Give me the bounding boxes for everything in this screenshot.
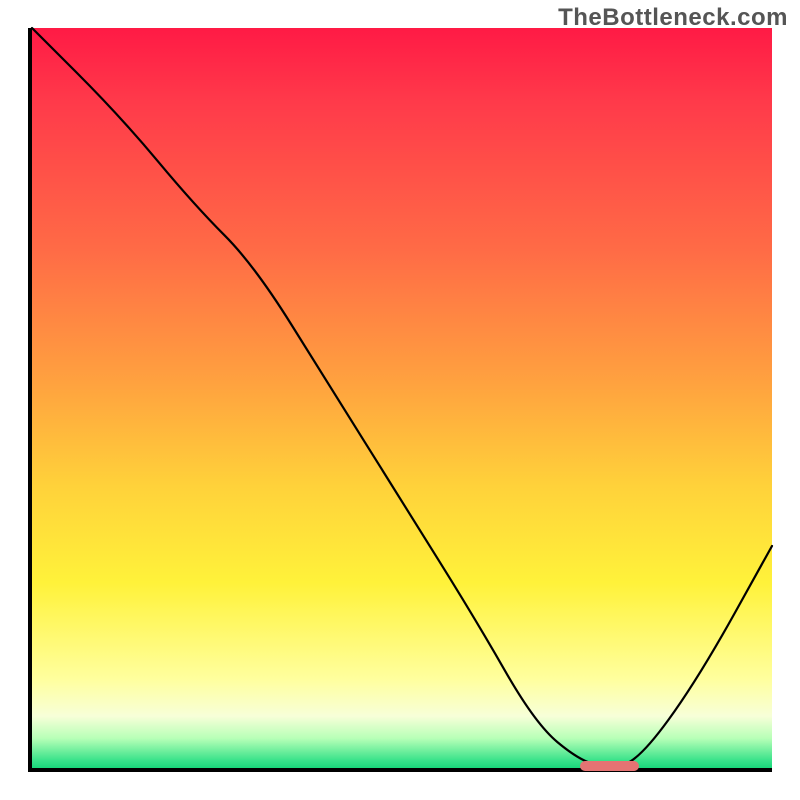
- minimum-marker: [580, 761, 639, 771]
- bottleneck-curve: [32, 28, 772, 766]
- curve-svg: [32, 28, 772, 768]
- plot-area: [28, 28, 772, 772]
- chart-frame: TheBottleneck.com: [0, 0, 800, 800]
